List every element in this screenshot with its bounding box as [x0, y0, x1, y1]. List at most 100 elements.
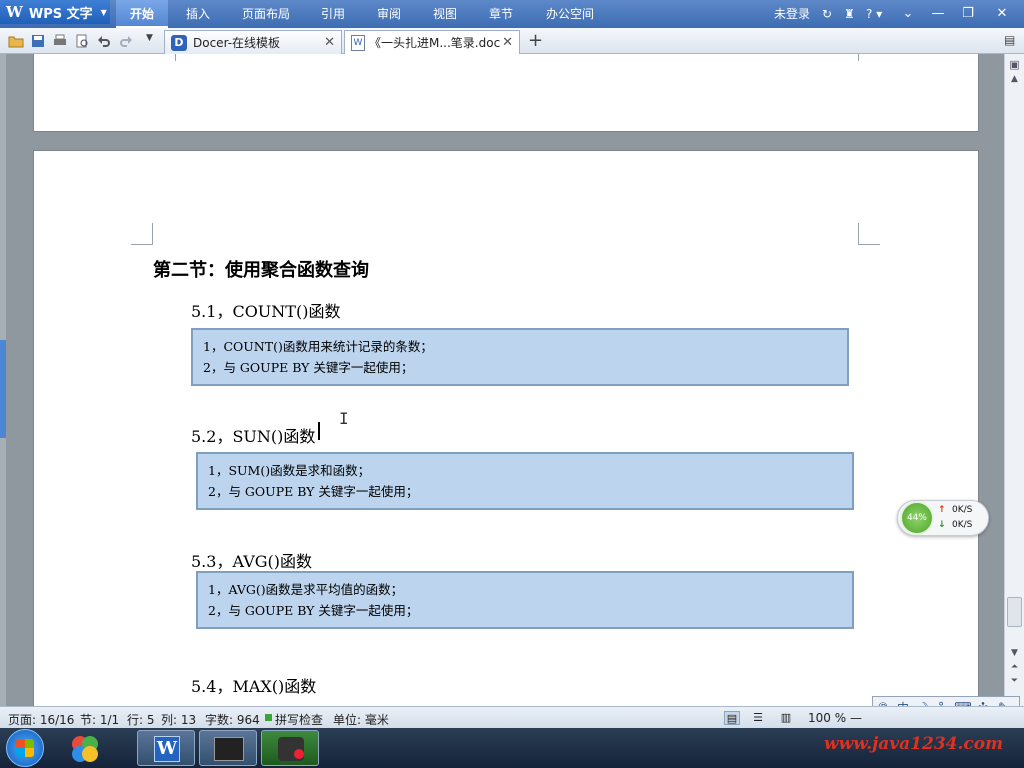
undo-icon[interactable] [96, 33, 112, 49]
start-button[interactable] [6, 729, 44, 767]
taskbar-app-terminal[interactable] [199, 730, 257, 766]
navigation-pane-icon[interactable]: ▣ [1005, 58, 1024, 71]
status-section: 节: 1/1 [80, 713, 120, 727]
title-bar: W WPS 文字 ▼ 开始 插入 页面布局 引用 审阅 视图 章节 办公空间 未… [0, 0, 1024, 28]
status-page[interactable]: 页面: 16/16 [8, 711, 74, 728]
print-icon[interactable] [52, 33, 68, 49]
next-page-icon[interactable]: ⏷ [1005, 676, 1024, 686]
record-dot-icon [294, 749, 304, 759]
tab-document[interactable]: W 《一头扎进M...笔录.doc ✕ [344, 30, 520, 54]
status-col: 列: 13 [161, 713, 197, 727]
redo-icon[interactable] [118, 33, 134, 49]
open-folder-icon[interactable] [8, 33, 24, 49]
zoom-out-button[interactable]: — [850, 711, 862, 725]
subsection-title: 5.3，AVG()函数 [191, 552, 313, 571]
note-box: 1，COUNT()函数用来统计记录的条数； 2，与 GOUPE BY 关键字一起… [191, 328, 849, 386]
previous-page-icon[interactable]: ⏶ [1005, 662, 1024, 672]
status-word-count[interactable]: 字数: 964 [205, 711, 260, 728]
close-icon[interactable]: ✕ [988, 0, 1016, 28]
note-line: 2，与 GOUPE BY 关键字一起使用； [208, 484, 419, 499]
menu-tab-chapter[interactable]: 章节 [478, 0, 524, 28]
menu-tab-home[interactable]: 开始 [116, 0, 168, 28]
previous-page [33, 54, 979, 132]
cpu-usage-indicator: 44% [900, 501, 934, 535]
upload-speed: ↑ 0K/S [938, 505, 972, 515]
save-icon[interactable] [30, 33, 46, 49]
tab-label: 《一头扎进M...笔录.doc [369, 36, 501, 50]
spellcheck-indicator-icon [265, 714, 272, 721]
note-line: 1，AVG()函数是求平均值的函数； [208, 582, 404, 597]
customize-dropdown-icon[interactable]: ▼ [146, 33, 162, 49]
menu-tab-page-layout[interactable]: 页面布局 [232, 0, 300, 28]
menu-tab-insert[interactable]: 插入 [172, 0, 224, 28]
document-canvas[interactable]: 第二节：使用聚合函数查询 5.1，COUNT()函数 1，COUNT()函数用来… [6, 54, 1004, 706]
note-line: 2，与 GOUPE BY 关键字一起使用； [203, 360, 414, 375]
status-spellcheck[interactable]: 拼写检查 [275, 711, 323, 728]
taskbar-app-wps-writer[interactable]: W [137, 730, 195, 766]
section-heading: 第二节：使用聚合函数查询 [153, 260, 369, 281]
download-speed-value: 0K/S [952, 520, 973, 530]
status-row: 行: 5 [127, 713, 155, 727]
restore-icon[interactable]: ❐ [954, 0, 982, 28]
new-tab-icon[interactable]: + [528, 30, 543, 51]
media-app-icon [72, 736, 98, 762]
menu-tab-view[interactable]: 视图 [422, 0, 468, 28]
note-box: 1，AVG()函数是求平均值的函数； 2，与 GOUPE BY 关键字一起使用； [196, 571, 854, 629]
app-name: WPS 文字 [28, 6, 93, 22]
tab-label: Docer-在线模板 [193, 36, 281, 50]
vertical-scrollbar[interactable]: ▣ ▲ ▼ ⏶ ⏷ [1004, 54, 1024, 706]
word-doc-icon: W [351, 34, 365, 51]
minimize-icon[interactable]: — [924, 0, 952, 28]
status-unit[interactable]: 单位: 毫米 [333, 711, 389, 728]
menu-tab-office-space[interactable]: 办公空间 [534, 0, 606, 28]
text-caret [318, 422, 320, 440]
docer-icon: D [171, 34, 187, 51]
quick-access-toolbar: ▼ D Docer-在线模板 ✕ W 《一头扎进M...笔录.doc ✕ + ▤ [0, 28, 1024, 54]
arrow-down-icon: ↓ [938, 520, 946, 530]
note-box: 1，SUM()函数是求和函数； 2，与 GOUPE BY 关键字一起使用； [196, 452, 854, 510]
crop-mark [131, 223, 153, 245]
web-view-icon[interactable]: ▥ [778, 711, 794, 725]
wps-logo-icon: W [6, 3, 23, 21]
scroll-up-icon[interactable]: ▲ [1005, 74, 1024, 84]
ribbon-collapse-icon[interactable]: ⌄ [894, 0, 922, 28]
taskbar-app-media-center[interactable] [56, 730, 114, 766]
help-icon[interactable]: ? ▾ [866, 0, 882, 28]
note-line: 1，COUNT()函数用来统计记录的条数； [203, 339, 433, 354]
terminal-icon [214, 737, 244, 761]
windows-logo-icon-lower [16, 748, 34, 757]
page-view-icon[interactable]: ▤ [724, 711, 740, 725]
subsection-title: 5.1，COUNT()函数 [191, 302, 341, 321]
tab-close-icon[interactable]: ✕ [502, 35, 513, 50]
tab-docer[interactable]: D Docer-在线模板 ✕ [164, 30, 342, 54]
menu-tab-review[interactable]: 审阅 [366, 0, 412, 28]
login-link[interactable]: 未登录 [774, 0, 810, 28]
network-monitor-widget[interactable]: 44% ↑ 0K/S ↓ 0K/S [897, 500, 989, 536]
chevron-down-icon: ▼ [100, 7, 107, 17]
sync-icon[interactable]: ↻ [822, 0, 832, 28]
skin-icon[interactable]: ♜ [844, 0, 855, 28]
print-preview-icon[interactable] [74, 33, 90, 49]
note-line: 1，SUM()函数是求和函数； [208, 463, 371, 478]
menu-tab-references[interactable]: 引用 [310, 0, 356, 28]
note-line: 2，与 GOUPE BY 关键字一起使用； [208, 603, 419, 618]
taskbar-app-recorder[interactable] [261, 730, 319, 766]
crop-mark [154, 54, 176, 61]
subsection-title: 5.4，MAX()函数 [191, 677, 317, 696]
help-label: ? [866, 7, 873, 21]
upload-speed-value: 0K/S [952, 505, 973, 515]
arrow-up-icon: ↑ [938, 505, 946, 515]
subsection-title: 5.2，SUN()函数 [191, 427, 316, 446]
tab-list-icon[interactable]: ▤ [1004, 33, 1015, 47]
crop-mark [858, 223, 880, 245]
outline-view-icon[interactable]: ☰ [750, 711, 766, 725]
tab-close-icon[interactable]: ✕ [324, 35, 335, 50]
app-menu-button[interactable]: W WPS 文字 ▼ [0, 0, 110, 24]
scroll-down-icon[interactable]: ▼ [1005, 648, 1024, 658]
zoom-level[interactable]: 100 % [808, 711, 846, 725]
download-speed: ↓ 0K/S [938, 520, 972, 530]
watermark: www.java1234.com [824, 734, 1004, 754]
current-page[interactable]: 第二节：使用聚合函数查询 5.1，COUNT()函数 1，COUNT()函数用来… [33, 150, 979, 706]
status-bar: 页面: 16/16 节: 1/1 行: 5 列: 13 字数: 964 拼写检查… [0, 706, 1024, 728]
scrollbar-thumb[interactable] [1007, 597, 1022, 627]
